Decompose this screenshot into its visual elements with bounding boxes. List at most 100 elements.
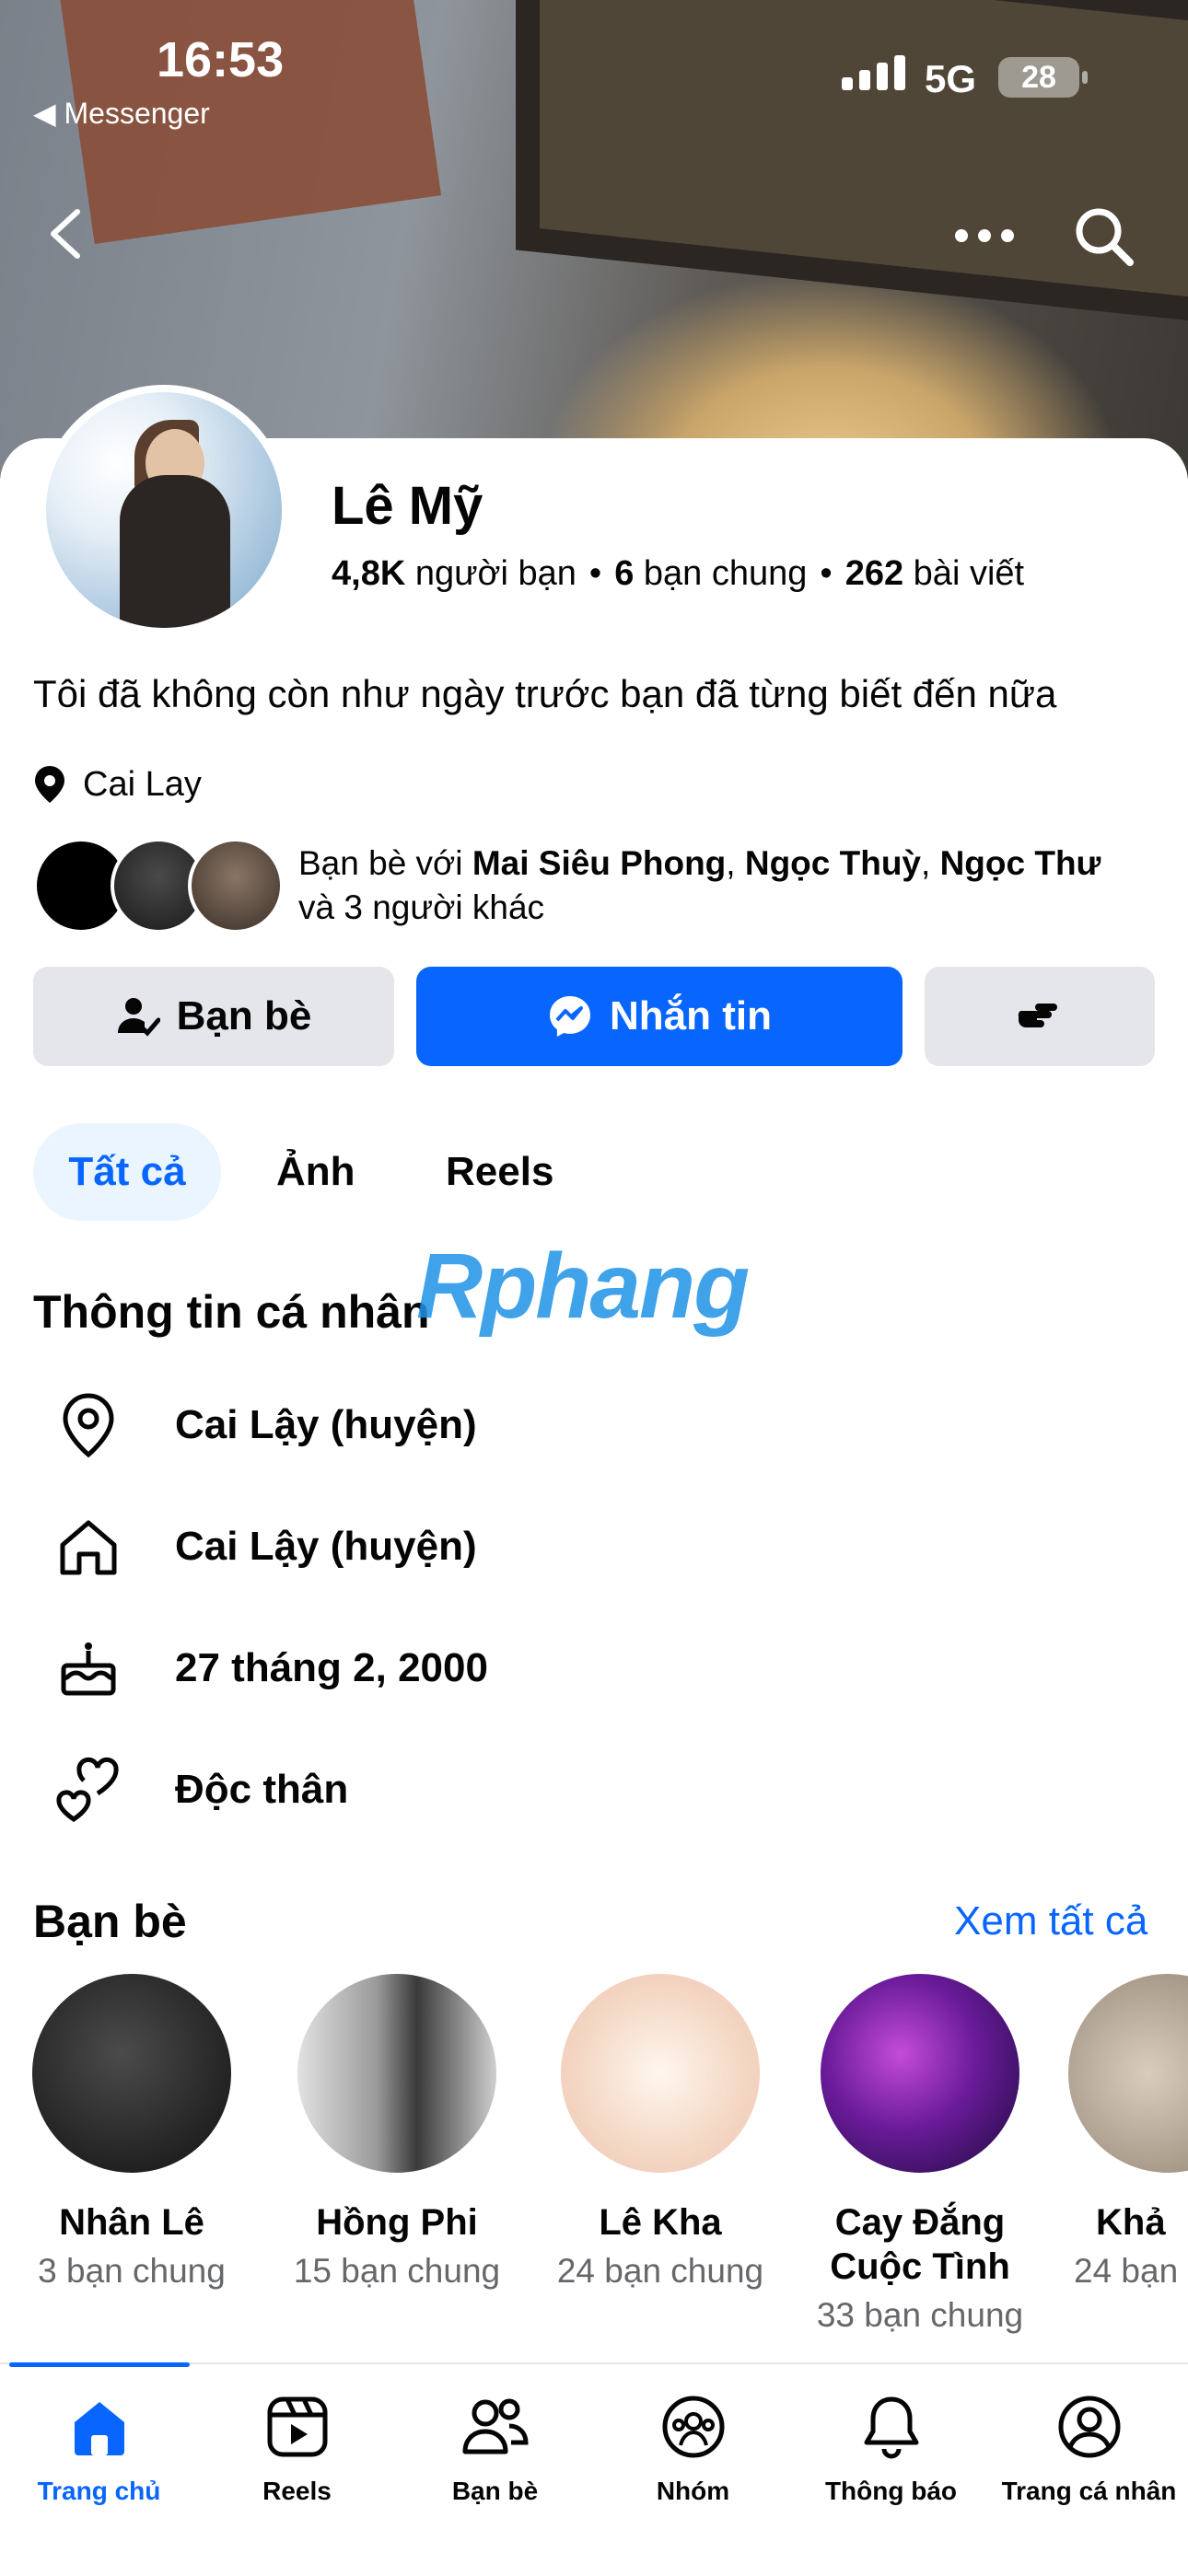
info-text: Cai Lậy (huyện): [175, 1402, 477, 1447]
tab-reels-nav[interactable]: Reels: [198, 2392, 396, 2506]
network-type: 5G: [925, 57, 977, 100]
mutual-avatar: [188, 838, 284, 934]
info-row-birthday: 27 tháng 2, 2000: [52, 1631, 488, 1705]
hearts-icon: [52, 1753, 125, 1827]
friend-mutual: 33 bạn chung: [816, 2296, 1024, 2334]
profile-name: Lê Mỹ: [332, 476, 483, 536]
search-icon[interactable]: [1072, 204, 1136, 269]
tab-notifications[interactable]: Thông báo: [792, 2392, 990, 2506]
messenger-icon: [550, 996, 590, 1037]
friend-avatar: [32, 1974, 231, 2173]
info-text: Cai Lậy (huyện): [175, 1524, 477, 1569]
posts-count: 262: [844, 554, 904, 593]
back-to-messenger-link[interactable]: ◀ Messenger: [33, 96, 210, 131]
friend-avatar: [561, 1974, 760, 2173]
status-time: 16:53: [157, 32, 285, 87]
mutual-avatars: [33, 838, 284, 934]
friends-section-title: Bạn bè: [33, 1896, 187, 1947]
message-button[interactable]: Nhắn tin: [416, 967, 903, 1066]
bottom-tab-bar: Trang chủ Reels Bạn bè Nhóm Thông báo Tr…: [0, 2362, 1188, 2576]
status-bar: 16:53 ◀ Messenger 5G 28: [0, 0, 1188, 130]
friend-name: Lê Kha: [599, 2202, 722, 2243]
tab-groups[interactable]: Nhóm: [594, 2392, 792, 2506]
tab-label: Bạn bè: [451, 2477, 539, 2505]
friend-card[interactable]: Nhân Lê 3 bạn chung: [17, 1974, 247, 2291]
tab-label: Nhóm: [656, 2477, 730, 2505]
posts-count-label: bài viết: [913, 554, 1025, 593]
tab-reels[interactable]: Reels: [446, 1123, 553, 1221]
avatar-image: [46, 392, 282, 628]
friend-name: Cay Đắng Cuộc Tình: [830, 2202, 1010, 2287]
friend-check-icon: [117, 998, 160, 1037]
info-text: Độc thân: [175, 1767, 349, 1812]
mutual-count-label: bạn chung: [643, 554, 808, 593]
poke-icon: [1018, 1004, 1057, 1027]
personal-info-title: Thông tin cá nhân: [33, 1286, 430, 1338]
groups-icon: [658, 2392, 728, 2462]
friend-card[interactable]: Lê Kha 24 bạn chung: [545, 1974, 775, 2291]
location-text: Cai Lay: [83, 764, 202, 804]
active-tab-indicator: [9, 2362, 190, 2367]
more-options-icon[interactable]: [952, 225, 1017, 247]
home-icon: [52, 1510, 125, 1584]
friends-count-label: người bạn: [414, 554, 577, 593]
tab-label: Trang cá nhân: [1001, 2477, 1177, 2505]
friend-avatar: [821, 1974, 1019, 2173]
location-pin-icon: [35, 766, 64, 803]
friend-name: Khả: [1096, 2202, 1166, 2243]
tab-label: Thông báo: [824, 2477, 958, 2505]
tab-friends[interactable]: Bạn bè: [396, 2392, 594, 2506]
battery-icon: 28: [998, 57, 1088, 98]
tab-photos[interactable]: Ảnh: [276, 1123, 355, 1221]
home-icon: [64, 2392, 134, 2462]
mutual-name[interactable]: Ngọc Thuỳ: [745, 844, 921, 882]
friend-card[interactable]: Khả 24 bạn chung: [1068, 1974, 1188, 2291]
poke-button[interactable]: [925, 967, 1155, 1066]
birthday-cake-icon: [52, 1631, 125, 1705]
reels-icon: [262, 2392, 332, 2462]
info-row-current-city: Cai Lậy (huyện): [52, 1388, 477, 1462]
mutual-name[interactable]: Mai Siêu Phong: [472, 844, 726, 882]
friends-button-label: Bạn bè: [176, 993, 312, 1039]
mutual-friends-text: Bạn bè với Mai Siêu Phong, Ngọc Thuỳ, Ng…: [298, 844, 1101, 926]
friend-mutual: 24 bạn chung: [1074, 2252, 1188, 2290]
friend-name: Nhân Lê: [59, 2202, 204, 2243]
mutual-prefix: Bạn bè với: [298, 844, 472, 882]
tab-label: Trang chủ: [37, 2477, 161, 2505]
profile-icon: [1054, 2392, 1124, 2462]
cellular-signal-icon: [842, 55, 905, 90]
tab-label: Reels: [262, 2477, 332, 2505]
see-all-friends-link[interactable]: Xem tất cả: [954, 1898, 1147, 1944]
mutual-name[interactable]: Ngọc Thư: [940, 844, 1101, 882]
info-row-relationship: Độc thân: [52, 1753, 348, 1827]
friend-avatar: [297, 1974, 496, 2173]
tab-home[interactable]: Trang chủ: [0, 2392, 198, 2506]
location-pin-icon: [52, 1388, 125, 1462]
tab-all[interactable]: Tất cả: [33, 1123, 221, 1221]
bell-icon: [856, 2392, 926, 2462]
info-text: 27 tháng 2, 2000: [175, 1645, 488, 1690]
friend-mutual: 15 bạn chung: [293, 2252, 501, 2290]
friend-avatar: [1068, 1974, 1188, 2173]
profile-avatar[interactable]: [39, 385, 289, 635]
profile-location: Cai Lay: [33, 764, 202, 805]
friends-count: 4,8K: [332, 554, 406, 593]
friends-button[interactable]: Bạn bè: [33, 967, 394, 1066]
mutual-friends[interactable]: Bạn bè với Mai Siêu Phong, Ngọc Thuỳ, Ng…: [33, 838, 1101, 934]
friend-name: Hồng Phi: [316, 2202, 478, 2243]
friend-mutual: 3 bạn chung: [38, 2252, 226, 2290]
info-row-hometown: Cai Lậy (huyện): [52, 1510, 477, 1584]
message-button-label: Nhắn tin: [610, 993, 772, 1039]
back-chevron-icon[interactable]: [41, 206, 96, 261]
friends-icon: [460, 2392, 530, 2462]
tab-profile[interactable]: Trang cá nhân: [990, 2392, 1188, 2506]
friend-card[interactable]: Hồng Phi 15 bạn chung: [282, 1974, 512, 2291]
battery-level: 28: [1021, 59, 1056, 95]
friend-mutual: 24 bạn chung: [556, 2252, 764, 2290]
watermark-logo: Rphang: [416, 1235, 750, 1338]
profile-stats: 4,8K người bạn • 6 bạn chung • 262 bài viết: [332, 554, 1025, 593]
friend-card[interactable]: Cay Đắng Cuộc Tình 33 bạn chung: [805, 1974, 1035, 2335]
profile-bio: Tôi đã không còn như ngày trước bạn đã t…: [33, 672, 1057, 715]
mutual-count: 6: [614, 554, 635, 593]
mutual-suffix[interactable]: và 3 người khác: [298, 888, 544, 926]
